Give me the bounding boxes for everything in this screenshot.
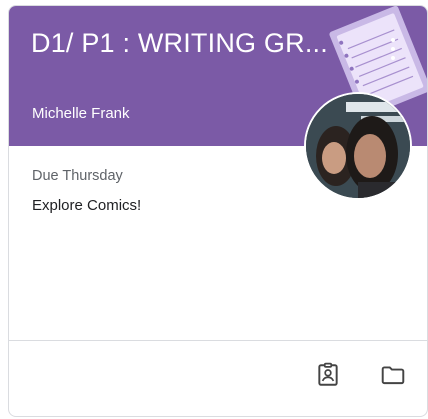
teacher-name[interactable]: Michelle Frank [32,105,130,122]
teacher-avatar [304,92,412,200]
footer-divider [9,340,427,341]
folder-icon[interactable] [379,361,407,389]
assignment-link[interactable]: Explore Comics! [32,197,141,214]
due-date-label: Due Thursday [32,168,123,184]
class-card[interactable]: D1/ P1 : WRITING GR... Michelle Frank Du… [8,5,428,417]
assignment-ind-icon[interactable] [314,361,342,389]
class-title[interactable]: D1/ P1 : WRITING GR... [31,28,331,59]
more-vert-icon[interactable] [385,32,401,66]
